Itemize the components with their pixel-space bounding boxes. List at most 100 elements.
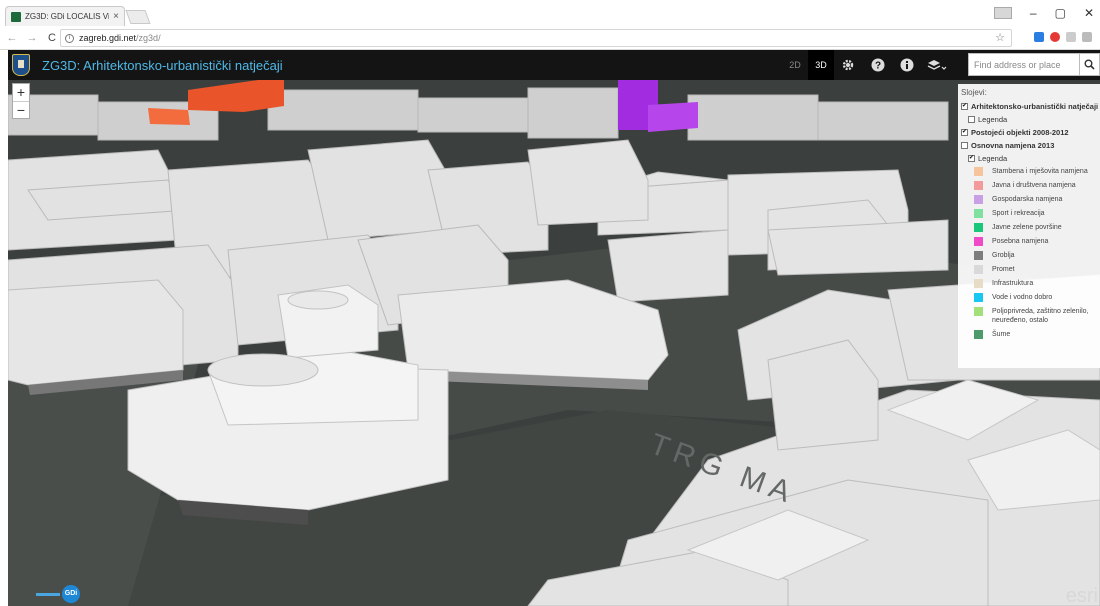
map-3d-view[interactable]: TRG MA + − GDi esri Slojevi: ✔ Arhitekto… [8, 80, 1100, 606]
legend-label: Groblja [992, 252, 1015, 259]
legend-item: Šume [961, 330, 1098, 339]
layer-checkbox[interactable] [968, 116, 975, 123]
maximize-button[interactable]: ▢ [1055, 6, 1066, 20]
legend-swatch [974, 195, 983, 204]
app-title: ZG3D: Arhitektonsko-urbanistički natječa… [42, 58, 283, 73]
minimize-button[interactable]: – [1030, 6, 1037, 20]
gdi-logo-mark: GDi [62, 585, 80, 603]
legend-item: Poljoprivreda, zaštitno zelenilo, neuređ… [961, 307, 1098, 325]
url-path: /zg3d/ [136, 33, 161, 43]
zoom-in-button[interactable]: + [13, 84, 29, 101]
layers-heading: Slojevi: [961, 88, 987, 97]
left-foreground-building [8, 279, 184, 395]
legend-item: Groblja [961, 251, 1098, 260]
search-icon [1084, 59, 1095, 70]
legend-swatch [974, 223, 983, 232]
legend-label: Promet [992, 266, 1015, 273]
reload-icon[interactable]: C [46, 32, 58, 44]
layer-label: Legenda [978, 115, 1008, 124]
legend-label: Javne zelene površine [992, 224, 1062, 231]
layers-icon[interactable] [926, 57, 948, 73]
legend-list: Stambena i mješovita namjena Javna i druš… [961, 167, 1098, 339]
legend-item: Vode i vodno dobro [961, 293, 1098, 302]
profile-icon[interactable] [993, 7, 1012, 19]
url-host: zagreb.gdi.net [79, 33, 137, 43]
browser-tab-strip: ZG3D: GDi LOCALIS Vie × – ▢ ✕ [0, 0, 1100, 26]
legend-label: Gospodarska namjena [992, 196, 1063, 203]
layer-checkbox[interactable]: ✔ [961, 129, 968, 136]
extension-grey-icon[interactable] [1066, 32, 1076, 42]
bookmark-star-icon[interactable]: ☆ [995, 31, 1005, 44]
new-tab-button[interactable] [125, 10, 151, 24]
legend-swatch [974, 293, 983, 302]
legend-item: Javne zelene površine [961, 223, 1098, 232]
layer-checkbox[interactable]: ✔ [961, 103, 968, 110]
app-header: ZG3D: Arhitektonsko-urbanistički natječa… [8, 50, 1100, 80]
layer-legenda-1[interactable]: Legenda [961, 115, 1098, 128]
esri-logo: esri [1065, 585, 1098, 606]
layer-checkbox[interactable]: ✔ [968, 155, 975, 162]
extension-grey-icon-2[interactable] [1082, 32, 1092, 42]
legend-swatch [974, 330, 983, 339]
layer-osnovna-namjena[interactable]: Osnovna namjena 2013 [961, 141, 1098, 154]
layer-label: Legenda [978, 154, 1008, 163]
help-icon[interactable]: ? [870, 57, 886, 73]
mode-3d-button[interactable]: 3D [808, 50, 834, 80]
legend-swatch [974, 209, 983, 218]
favicon-icon [11, 11, 21, 22]
search-input[interactable] [968, 53, 1080, 76]
legend-swatch [974, 167, 983, 176]
svg-text:?: ? [875, 61, 881, 72]
legend-label: Javna i društvena namjena [992, 182, 1076, 189]
legend-item: Posebna namjena [961, 237, 1098, 246]
layer-natjecaji[interactable]: ✔ Arhitektonsko-urbanistički natječaji [961, 102, 1098, 115]
legend-label: Stambena i mješovita namjena [992, 168, 1088, 175]
map-scene[interactable]: TRG MA [8, 80, 1100, 606]
layer-legenda-2[interactable]: ✔ Legenda [961, 154, 1098, 167]
layers-panel: Slojevi: ✔ Arhitektonsko-urbanistički na… [958, 84, 1100, 368]
url-input[interactable]: i zagreb.gdi.net/zg3d/ ☆ [60, 29, 1012, 47]
browser-tab[interactable]: ZG3D: GDi LOCALIS Vie × [5, 6, 125, 26]
legend-label: Infrastruktura [992, 280, 1034, 287]
legend-label: Sport i rekreacija [992, 210, 1045, 217]
layer-postojeci-objekti[interactable]: ✔ Postojeći objekti 2008-2012 [961, 128, 1098, 141]
legend-label: Vode i vodno dobro [992, 294, 1053, 301]
gdi-logo-line [36, 592, 60, 596]
legend-item: Stambena i mješovita namjena [961, 167, 1098, 176]
legend-item: Sport i rekreacija [961, 209, 1098, 218]
info-icon[interactable] [899, 57, 915, 73]
layer-label: Osnovna namjena 2013 [971, 141, 1055, 150]
close-window-button[interactable]: ✕ [1084, 6, 1094, 20]
legend-item: Promet [961, 265, 1098, 274]
tab-close-icon[interactable]: × [113, 11, 119, 22]
back-arrow-icon[interactable]: ← [6, 32, 18, 44]
legend-item: Javna i društvena namjena [961, 181, 1098, 190]
legend-swatch [974, 265, 983, 274]
forward-arrow-icon[interactable]: → [26, 32, 38, 44]
layer-checkbox[interactable] [961, 142, 968, 149]
search-button[interactable] [1080, 53, 1100, 76]
legend-item: Gospodarska namjena [961, 195, 1098, 204]
zoom-control: + − [12, 83, 30, 119]
legend-item: Infrastruktura [961, 279, 1098, 288]
legend-swatch [974, 251, 983, 260]
zagreb-coat-of-arms-logo [12, 54, 30, 76]
layer-label: Arhitektonsko-urbanistički natječaji [971, 102, 1099, 111]
legend-swatch [974, 307, 983, 316]
extension-red-icon[interactable] [1050, 32, 1060, 42]
url-text: zagreb.gdi.net/zg3d/ [79, 33, 161, 43]
legend-swatch [974, 237, 983, 246]
extension-blue-icon[interactable] [1034, 32, 1044, 42]
address-bar: ← → C i zagreb.gdi.net/zg3d/ ☆ [0, 26, 1100, 50]
gear-icon[interactable] [840, 57, 856, 73]
legend-swatch [974, 181, 983, 190]
extension-icons [1034, 32, 1092, 42]
mode-2d-button[interactable]: 2D [782, 50, 808, 80]
legend-label: Šume [992, 331, 1011, 338]
zoom-out-button[interactable]: − [13, 101, 29, 118]
tab-title: ZG3D: GDi LOCALIS Vie [25, 12, 110, 21]
legend-label: Poljoprivreda, zaštitno zelenilo, neuređ… [992, 308, 1089, 324]
legend-label: Posebna namjena [992, 238, 1049, 245]
window-controls: – ▢ ✕ [993, 6, 1094, 20]
site-info-icon[interactable]: i [65, 33, 74, 43]
